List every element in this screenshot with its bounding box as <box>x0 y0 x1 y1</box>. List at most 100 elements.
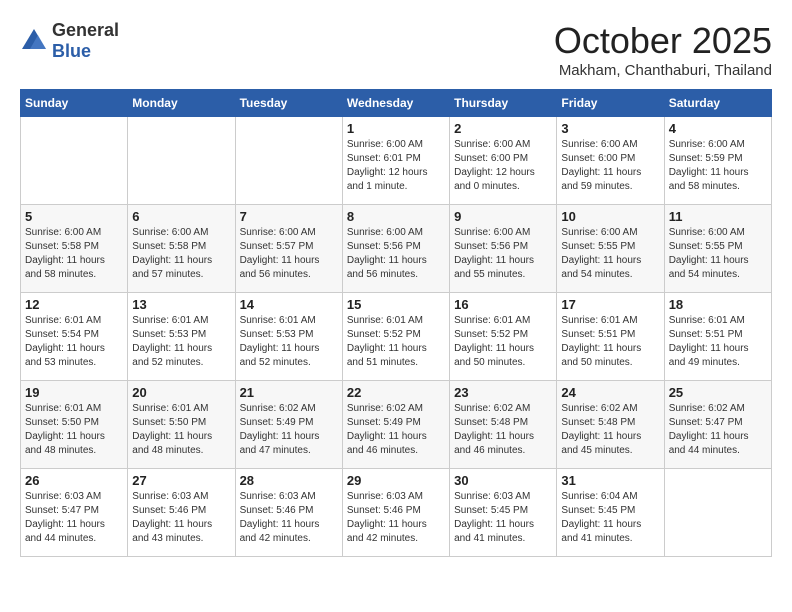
day-number: 4 <box>669 121 767 136</box>
calendar-day-cell: 21 Sunrise: 6:02 AMSunset: 5:49 PMDayligh… <box>235 381 342 469</box>
calendar-day-cell: 12Sunrise: 6:01 AMSunset: 5:54 PMDayligh… <box>21 293 128 381</box>
day-number: 28 <box>240 473 338 488</box>
calendar-day-cell: 2Sunrise: 6:00 AMSunset: 6:00 PMDaylight… <box>450 117 557 205</box>
day-info: Sunrise: 6:01 AMSunset: 5:50 PMDaylight:… <box>132 402 230 458</box>
calendar-day-cell: 3Sunrise: 6:00 AMSunset: 6:00 PMDaylight… <box>557 117 664 205</box>
day-number: 16 <box>454 297 552 312</box>
calendar-day-cell: 18 Sunrise: 6:01 AMSunset: 5:51 PMDayligh… <box>664 293 771 381</box>
calendar-day-cell: 7 Sunrise: 6:00 AMSunset: 5:57 PMDaylight… <box>235 205 342 293</box>
calendar-week-row: 19 Sunrise: 6:01 AMSunset: 5:50 PMDayligh… <box>21 381 772 469</box>
calendar-week-row: 1 Sunrise: 6:00 AMSunset: 6:01 PMDaylight… <box>21 117 772 205</box>
day-number: 3 <box>561 121 659 136</box>
day-number: 5 <box>25 209 123 224</box>
calendar-day-cell: 28Sunrise: 6:03 AMSunset: 5:46 PMDayligh… <box>235 469 342 557</box>
day-number: 21 <box>240 385 338 400</box>
weekday-header-cell: Sunday <box>21 90 128 117</box>
weekday-header-cell: Monday <box>128 90 235 117</box>
calendar-day-cell: 16 Sunrise: 6:01 AMSunset: 5:52 PMDayligh… <box>450 293 557 381</box>
day-number: 20 <box>132 385 230 400</box>
day-info: Sunrise: 6:01 AMSunset: 5:53 PMDaylight:… <box>240 314 338 370</box>
calendar-day-cell: 8 Sunrise: 6:00 AMSunset: 5:56 PMDaylight… <box>342 205 449 293</box>
day-number: 10 <box>561 209 659 224</box>
page-header: General Blue October 2025 Makham, Chanth… <box>20 20 772 79</box>
day-info: Sunrise: 6:03 AMSunset: 5:47 PMDaylight:… <box>25 490 123 546</box>
calendar-day-cell <box>235 117 342 205</box>
day-number: 31 <box>561 473 659 488</box>
day-number: 29 <box>347 473 445 488</box>
month-title: October 2025 <box>554 20 772 62</box>
day-number: 7 <box>240 209 338 224</box>
day-info: Sunrise: 6:02 AMSunset: 5:49 PMDaylight:… <box>347 402 445 458</box>
day-number: 19 <box>25 385 123 400</box>
day-info: Sunrise: 6:02 AMSunset: 5:48 PMDaylight:… <box>454 402 552 458</box>
day-number: 13 <box>132 297 230 312</box>
day-number: 24 <box>561 385 659 400</box>
day-number: 27 <box>132 473 230 488</box>
calendar-day-cell: 17 Sunrise: 6:01 AMSunset: 5:51 PMDayligh… <box>557 293 664 381</box>
day-number: 23 <box>454 385 552 400</box>
calendar-day-cell: 4 Sunrise: 6:00 AMSunset: 5:59 PMDaylight… <box>664 117 771 205</box>
calendar-day-cell: 31 Sunrise: 6:04 AMSunset: 5:45 PMDayligh… <box>557 469 664 557</box>
day-info: Sunrise: 6:01 AMSunset: 5:51 PMDaylight:… <box>561 314 659 370</box>
day-info: Sunrise: 6:04 AMSunset: 5:45 PMDaylight:… <box>561 490 659 546</box>
day-info: Sunrise: 6:01 AMSunset: 5:52 PMDaylight:… <box>454 314 552 370</box>
logo-general-text: General <box>52 20 119 40</box>
title-block: October 2025 Makham, Chanthaburi, Thaila… <box>554 20 772 79</box>
weekday-header-cell: Thursday <box>450 90 557 117</box>
day-info: Sunrise: 6:00 AMSunset: 5:59 PMDaylight:… <box>669 138 767 194</box>
day-info: Sunrise: 6:03 AMSunset: 5:45 PMDaylight:… <box>454 490 552 546</box>
calendar-day-cell: 1 Sunrise: 6:00 AMSunset: 6:01 PMDaylight… <box>342 117 449 205</box>
calendar-week-row: 5 Sunrise: 6:00 AMSunset: 5:58 PMDaylight… <box>21 205 772 293</box>
day-number: 22 <box>347 385 445 400</box>
day-info: Sunrise: 6:00 AMSunset: 6:01 PMDaylight:… <box>347 138 445 194</box>
day-info: Sunrise: 6:00 AMSunset: 5:56 PMDaylight:… <box>454 226 552 282</box>
day-number: 9 <box>454 209 552 224</box>
calendar-day-cell: 27Sunrise: 6:03 AMSunset: 5:46 PMDayligh… <box>128 469 235 557</box>
calendar-week-row: 12Sunrise: 6:01 AMSunset: 5:54 PMDayligh… <box>21 293 772 381</box>
calendar-day-cell: 22 Sunrise: 6:02 AMSunset: 5:49 PMDayligh… <box>342 381 449 469</box>
day-info: Sunrise: 6:00 AMSunset: 5:57 PMDaylight:… <box>240 226 338 282</box>
day-number: 17 <box>561 297 659 312</box>
day-number: 11 <box>669 209 767 224</box>
calendar-day-cell: 5 Sunrise: 6:00 AMSunset: 5:58 PMDaylight… <box>21 205 128 293</box>
day-number: 1 <box>347 121 445 136</box>
weekday-header-cell: Wednesday <box>342 90 449 117</box>
day-number: 8 <box>347 209 445 224</box>
location-subtitle: Makham, Chanthaburi, Thailand <box>554 62 772 79</box>
day-info: Sunrise: 6:00 AMSunset: 5:58 PMDaylight:… <box>132 226 230 282</box>
day-info: Sunrise: 6:01 AMSunset: 5:50 PMDaylight:… <box>25 402 123 458</box>
day-info: Sunrise: 6:00 AMSunset: 5:58 PMDaylight:… <box>25 226 123 282</box>
calendar-day-cell <box>664 469 771 557</box>
calendar-day-cell: 25Sunrise: 6:02 AMSunset: 5:47 PMDayligh… <box>664 381 771 469</box>
calendar-day-cell: 26 Sunrise: 6:03 AMSunset: 5:47 PMDayligh… <box>21 469 128 557</box>
logo: General Blue <box>20 20 119 62</box>
day-info: Sunrise: 6:03 AMSunset: 5:46 PMDaylight:… <box>347 490 445 546</box>
calendar-day-cell: 10 Sunrise: 6:00 AMSunset: 5:55 PMDayligh… <box>557 205 664 293</box>
day-number: 14 <box>240 297 338 312</box>
day-info: Sunrise: 6:01 AMSunset: 5:53 PMDaylight:… <box>132 314 230 370</box>
calendar-week-row: 26 Sunrise: 6:03 AMSunset: 5:47 PMDayligh… <box>21 469 772 557</box>
calendar-day-cell: 20 Sunrise: 6:01 AMSunset: 5:50 PMDayligh… <box>128 381 235 469</box>
calendar-day-cell: 15 Sunrise: 6:01 AMSunset: 5:52 PMDayligh… <box>342 293 449 381</box>
calendar-day-cell: 6 Sunrise: 6:00 AMSunset: 5:58 PMDaylight… <box>128 205 235 293</box>
day-info: Sunrise: 6:00 AMSunset: 5:55 PMDaylight:… <box>561 226 659 282</box>
day-number: 18 <box>669 297 767 312</box>
day-info: Sunrise: 6:02 AMSunset: 5:48 PMDaylight:… <box>561 402 659 458</box>
day-info: Sunrise: 6:02 AMSunset: 5:49 PMDaylight:… <box>240 402 338 458</box>
day-number: 15 <box>347 297 445 312</box>
day-info: Sunrise: 6:02 AMSunset: 5:47 PMDaylight:… <box>669 402 767 458</box>
calendar-day-cell <box>21 117 128 205</box>
calendar-day-cell: 19 Sunrise: 6:01 AMSunset: 5:50 PMDayligh… <box>21 381 128 469</box>
day-info: Sunrise: 6:01 AMSunset: 5:52 PMDaylight:… <box>347 314 445 370</box>
calendar-header-row: SundayMondayTuesdayWednesdayThursdayFrid… <box>21 90 772 117</box>
calendar-day-cell: 30Sunrise: 6:03 AMSunset: 5:45 PMDayligh… <box>450 469 557 557</box>
day-number: 12 <box>25 297 123 312</box>
day-info: Sunrise: 6:00 AMSunset: 5:56 PMDaylight:… <box>347 226 445 282</box>
calendar-day-cell: 14 Sunrise: 6:01 AMSunset: 5:53 PMDayligh… <box>235 293 342 381</box>
logo-icon <box>20 27 48 55</box>
calendar-day-cell <box>128 117 235 205</box>
day-info: Sunrise: 6:01 AMSunset: 5:51 PMDaylight:… <box>669 314 767 370</box>
calendar-body: 1 Sunrise: 6:00 AMSunset: 6:01 PMDaylight… <box>21 117 772 557</box>
day-number: 26 <box>25 473 123 488</box>
day-number: 6 <box>132 209 230 224</box>
